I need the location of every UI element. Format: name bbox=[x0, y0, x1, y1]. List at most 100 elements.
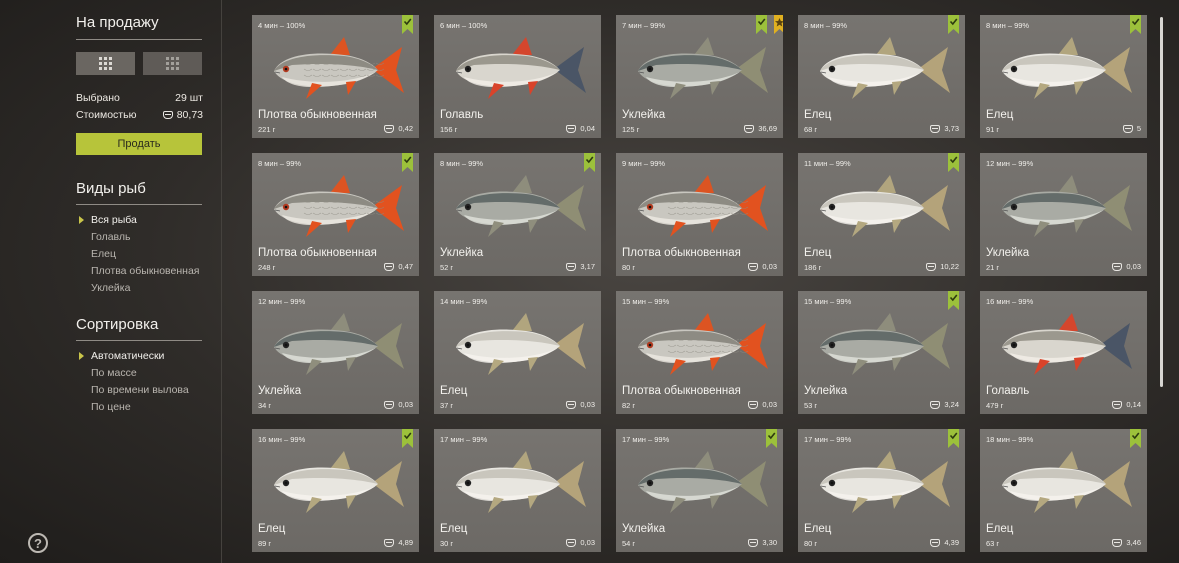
fish-price-value: 3,24 bbox=[944, 400, 959, 409]
selected-check-icon[interactable] bbox=[948, 15, 959, 34]
fish-price-value: 3,73 bbox=[944, 124, 959, 133]
divider bbox=[76, 204, 202, 205]
fish-weight: 125 г bbox=[622, 125, 640, 134]
silver-coin-icon bbox=[930, 124, 941, 133]
species-item-label: Елец bbox=[91, 248, 116, 260]
silver-coin-icon bbox=[748, 400, 759, 409]
catch-time-quality: 17 мин – 99% bbox=[804, 435, 852, 444]
cost-row: Стоимостью 80,73 bbox=[76, 109, 203, 121]
help-button[interactable]: ? bbox=[28, 533, 48, 553]
fish-card[interactable]: 4 мин – 100% Плотва обыкновенная 221 г 0… bbox=[252, 15, 419, 138]
cost-value: 80,73 bbox=[176, 109, 203, 121]
fish-card[interactable]: 8 мин – 99% Елец 68 г 3,73 bbox=[798, 15, 965, 138]
fish-card[interactable]: 7 мин – 99% Уклейка 125 г 36,69 bbox=[616, 15, 783, 138]
species-item[interactable]: Елец bbox=[91, 248, 116, 260]
sort-item[interactable]: По цене bbox=[91, 401, 131, 413]
fish-card[interactable]: 8 мин – 99% Уклейка 52 г 3,17 bbox=[434, 153, 601, 276]
fish-price: 0,42 bbox=[384, 124, 413, 133]
fish-name: Голавль bbox=[986, 385, 1030, 397]
catch-time-quality: 16 мин – 99% bbox=[986, 297, 1034, 306]
sort-item[interactable]: По массе bbox=[91, 367, 137, 379]
view-small-grid-button[interactable] bbox=[143, 52, 202, 75]
fish-price: 0,04 bbox=[566, 124, 595, 133]
catch-time-quality: 8 мин – 99% bbox=[258, 159, 302, 168]
fish-weight: 68 г bbox=[804, 125, 818, 134]
selected-check-icon[interactable] bbox=[402, 15, 413, 34]
selected-arrow-icon bbox=[79, 216, 84, 224]
fish-price: 3,73 bbox=[930, 124, 959, 133]
fish-name: Уклейка bbox=[804, 385, 848, 397]
selected-check-icon[interactable] bbox=[402, 153, 413, 172]
fish-weight: 156 г bbox=[440, 125, 458, 134]
catch-time-quality: 17 мин – 99% bbox=[622, 435, 670, 444]
fish-card[interactable]: 11 мин – 99% Елец 186 г 10,22 bbox=[798, 153, 965, 276]
fish-card[interactable]: 12 мин – 99% Уклейка 21 г 0,03 bbox=[980, 153, 1147, 276]
sort-item[interactable]: Автоматически bbox=[79, 350, 165, 362]
fish-price-value: 4,39 bbox=[944, 538, 959, 547]
species-item[interactable]: Плотва обыкновенная bbox=[91, 265, 199, 277]
fish-name: Уклейка bbox=[622, 109, 666, 121]
fish-card[interactable]: 16 мин – 99% Голавль 479 г 0,14 bbox=[980, 291, 1147, 414]
sell-button[interactable]: Продать bbox=[76, 133, 202, 155]
fish-weight: 54 г bbox=[622, 539, 636, 548]
species-item[interactable]: Вся рыба bbox=[79, 214, 137, 226]
selected-check-icon[interactable] bbox=[948, 291, 959, 310]
silver-coin-icon bbox=[1112, 538, 1123, 547]
sort-item-label: Автоматически bbox=[91, 350, 165, 362]
silver-coin-icon bbox=[566, 124, 577, 133]
fish-card[interactable]: 9 мин – 99% Плотва обыкновенная 80 г 0,0… bbox=[616, 153, 783, 276]
fish-card[interactable]: 17 мин – 99% Елец 30 г 0,03 bbox=[434, 429, 601, 552]
fish-card[interactable]: 15 мин – 99% Уклейка 53 г 3,24 bbox=[798, 291, 965, 414]
sidebar: На продажу Выбрано 29 шт Стоимостью 80,7… bbox=[0, 0, 225, 563]
catch-time-quality: 11 мин – 99% bbox=[804, 159, 851, 168]
selected-check-icon[interactable] bbox=[584, 153, 595, 172]
fish-card[interactable]: 6 мин – 100% Голавль 156 г 0,04 bbox=[434, 15, 601, 138]
sort-item-label: По массе bbox=[91, 367, 137, 379]
silver-coin-icon bbox=[162, 111, 173, 119]
selected-check-icon[interactable] bbox=[948, 429, 959, 448]
selected-check-icon[interactable] bbox=[756, 15, 767, 34]
species-item[interactable]: Уклейка bbox=[91, 282, 130, 294]
fish-weight: 186 г bbox=[804, 263, 822, 272]
fish-price-value: 0,03 bbox=[762, 262, 777, 271]
fish-card[interactable]: 12 мин – 99% Уклейка 34 г 0,03 bbox=[252, 291, 419, 414]
catch-time-quality: 18 мин – 99% bbox=[986, 435, 1034, 444]
silver-coin-icon bbox=[384, 124, 395, 133]
scrollbar[interactable] bbox=[1160, 17, 1163, 387]
catch-time-quality: 8 мин – 99% bbox=[804, 21, 848, 30]
selected-check-icon[interactable] bbox=[402, 429, 413, 448]
fish-price: 0,03 bbox=[566, 400, 595, 409]
fish-price: 10,22 bbox=[926, 262, 959, 271]
sort-item[interactable]: По времени вылова bbox=[91, 384, 189, 396]
selected-check-icon[interactable] bbox=[766, 429, 777, 448]
selected-check-icon[interactable] bbox=[1130, 429, 1141, 448]
favorite-star-icon[interactable] bbox=[774, 15, 783, 34]
fish-card[interactable]: 18 мин – 99% Елец 63 г 3,46 bbox=[980, 429, 1147, 552]
catch-time-quality: 8 мин – 99% bbox=[440, 159, 484, 168]
catch-time-quality: 4 мин – 100% bbox=[258, 21, 306, 30]
silver-coin-icon bbox=[1112, 400, 1123, 409]
fish-card[interactable]: 16 мин – 99% Елец 89 г 4,89 bbox=[252, 429, 419, 552]
fish-card[interactable]: 15 мин – 99% Плотва обыкновенная 82 г 0,… bbox=[616, 291, 783, 414]
fish-weight: 91 г bbox=[986, 125, 1000, 134]
fish-card[interactable]: 8 мин – 99% Елец 91 г 5 bbox=[980, 15, 1147, 138]
fish-card[interactable]: 14 мин – 99% Елец 37 г 0,03 bbox=[434, 291, 601, 414]
fish-card[interactable]: 8 мин – 99% Плотва обыкновенная 248 г 0,… bbox=[252, 153, 419, 276]
catch-time-quality: 12 мин – 99% bbox=[986, 159, 1034, 168]
fish-price-value: 4,89 bbox=[398, 538, 413, 547]
fish-price: 4,39 bbox=[930, 538, 959, 547]
silver-coin-icon bbox=[744, 124, 755, 133]
fish-name: Голавль bbox=[440, 109, 484, 121]
catch-time-quality: 17 мин – 99% bbox=[440, 435, 488, 444]
fish-price-value: 0,42 bbox=[398, 124, 413, 133]
fish-card[interactable]: 17 мин – 99% Уклейка 54 г 3,30 bbox=[616, 429, 783, 552]
fish-price-value: 36,69 bbox=[758, 124, 777, 133]
catch-time-quality: 6 мин – 100% bbox=[440, 21, 488, 30]
fish-card[interactable]: 17 мин – 99% Елец 80 г 4,39 bbox=[798, 429, 965, 552]
selected-check-icon[interactable] bbox=[948, 153, 959, 172]
fish-name: Плотва обыкновенная bbox=[622, 385, 741, 397]
fish-name: Елец bbox=[440, 523, 468, 535]
view-large-grid-button[interactable] bbox=[76, 52, 135, 75]
selected-check-icon[interactable] bbox=[1130, 15, 1141, 34]
species-item[interactable]: Голавль bbox=[91, 231, 131, 243]
